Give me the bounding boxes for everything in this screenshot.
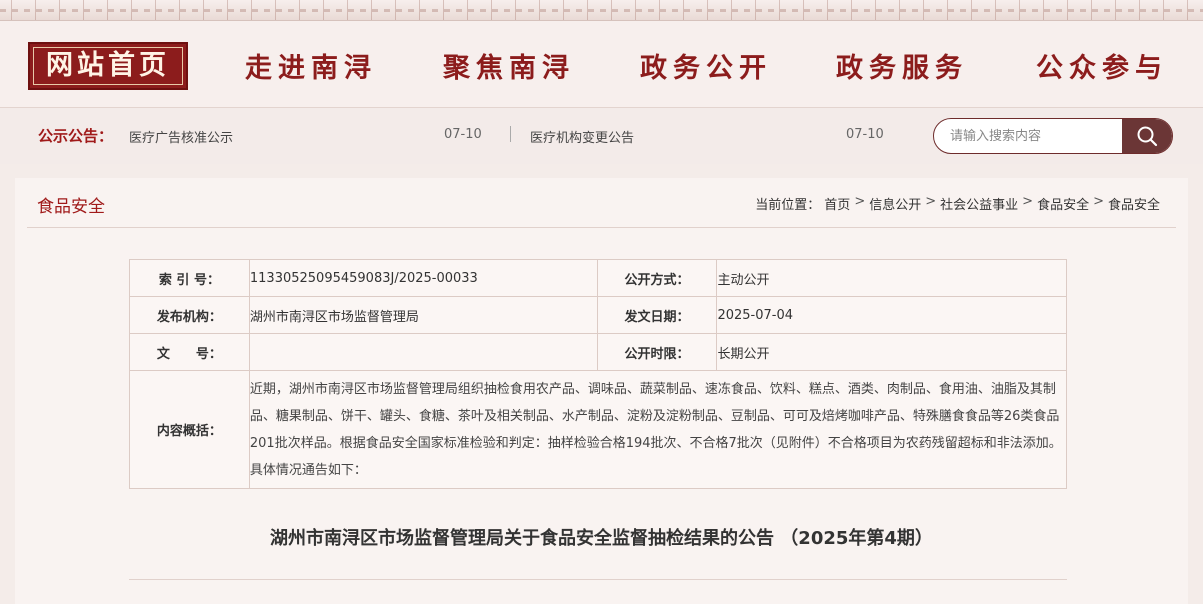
nav-item-participation[interactable]: 公众参与 — [1036, 49, 1168, 89]
date-value: 2025-07-04 — [716, 296, 1067, 334]
home-button[interactable]: 网站首页 — [28, 42, 188, 90]
breadcrumb-separator: > — [925, 194, 937, 209]
index-value: 11330525095459083J/2025-00033 — [248, 259, 598, 297]
notice-date: 07-10 — [846, 127, 884, 142]
decorative-border — [0, 0, 1203, 21]
open-method-label: 公开方式： — [596, 259, 718, 297]
notice-link[interactable]: 医疗广告核准公示 — [129, 127, 233, 146]
breadcrumb-separator: > — [1093, 194, 1104, 209]
main-nav: 网站首页 走进南浔 聚焦南浔 政务公开 政务服务 公众参与 — [0, 21, 1203, 108]
notice-separator — [510, 126, 511, 142]
breadcrumb-item-home[interactable]: 首页 — [824, 194, 850, 213]
search-icon — [1137, 126, 1158, 147]
table-row: 发布机构： 湖州市南浔区市场监督管理局 发文日期： 2025-07-04 — [129, 296, 1067, 334]
document-title: 湖州市南浔区市场监督管理局关于食品安全监督抽检结果的公告 （2025年第4期） — [270, 528, 933, 549]
breadcrumb-item-food-safety[interactable]: 食品安全 — [1037, 194, 1089, 213]
breadcrumb: 当前位置： 首页 > 信息公开 > 社会公益事业 > 食品安全 > 食品安全 — [755, 194, 1160, 213]
period-label: 公开时限： — [596, 333, 718, 371]
nav-item-gov-open[interactable]: 政务公开 — [640, 49, 772, 89]
publisher-value: 湖州市南浔区市场监督管理局 — [248, 296, 598, 334]
nav-item-gov-service[interactable]: 政务服务 — [836, 49, 968, 89]
content-panel: 食品安全 当前位置： 首页 > 信息公开 > 社会公益事业 > 食品安全 > 食… — [15, 178, 1188, 604]
nav-item-focus[interactable]: 聚焦南浔 — [443, 49, 575, 89]
summary-value: 近期，湖州市南浔区市场监督管理局组织抽检食用农产品、调味品、蔬菜制品、速冻食品、… — [248, 370, 1068, 489]
table-row: 内容概括： 近期，湖州市南浔区市场监督管理局组织抽检食用农产品、调味品、蔬菜制品… — [129, 370, 1068, 489]
breadcrumb-item-current[interactable]: 食品安全 — [1108, 194, 1160, 213]
date-label: 发文日期： — [596, 296, 718, 334]
divider — [129, 579, 1067, 580]
notice-link[interactable]: 医疗机构变更公告 — [530, 127, 634, 146]
section-title: 食品安全 — [37, 197, 105, 217]
index-label: 索 引 号： — [129, 259, 250, 297]
notice-date: 07-10 — [444, 127, 482, 142]
table-row: 索 引 号： 11330525095459083J/2025-00033 公开方… — [129, 259, 1067, 297]
docno-label: 文 号： — [129, 333, 250, 371]
notice-bar: 公示公告： 医疗广告核准公示 07-10 医疗机构变更公告 07-10 — [0, 108, 1203, 164]
nav-item-intro[interactable]: 走进南浔 — [245, 49, 377, 89]
breadcrumb-separator: > — [854, 194, 866, 209]
search-input[interactable] — [934, 119, 1124, 153]
breadcrumb-label: 当前位置： — [755, 198, 821, 213]
breadcrumb-item-info[interactable]: 信息公开 — [869, 194, 921, 213]
open-method-value: 主动公开 — [716, 259, 1067, 297]
notice-title: 公示公告： — [38, 127, 114, 145]
publisher-label: 发布机构： — [129, 296, 250, 334]
search-button[interactable] — [1122, 119, 1172, 153]
summary-label: 内容概括： — [129, 370, 250, 489]
divider — [27, 227, 1176, 228]
search-box — [933, 118, 1173, 154]
docno-value — [248, 333, 598, 371]
breadcrumb-separator: > — [1022, 194, 1034, 209]
metadata-table: 索 引 号： 11330525095459083J/2025-00033 公开方… — [129, 259, 1068, 489]
table-row: 文 号： 公开时限： 长期公开 — [129, 333, 1067, 371]
breadcrumb-item-welfare[interactable]: 社会公益事业 — [940, 194, 1018, 213]
period-value: 长期公开 — [716, 333, 1067, 371]
